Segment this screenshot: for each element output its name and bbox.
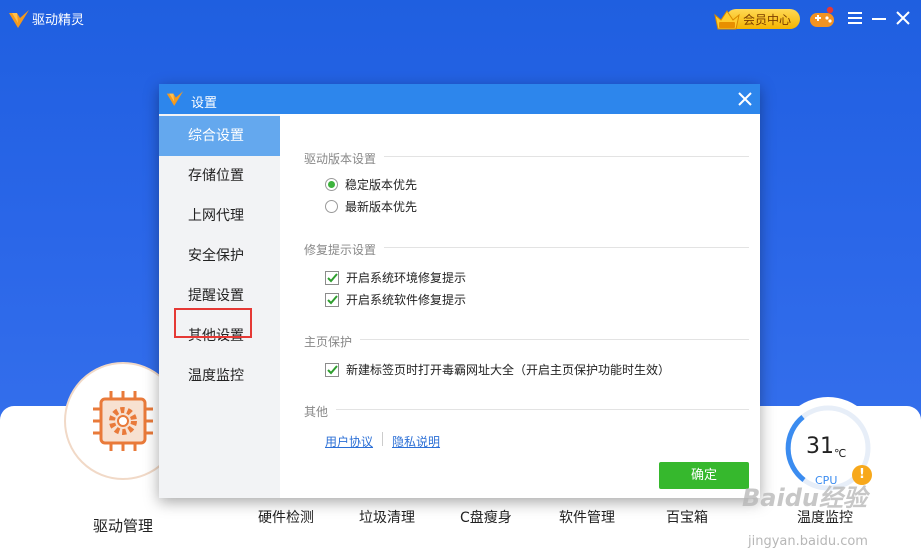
radio-latest-label: 最新版本优先 bbox=[345, 200, 418, 214]
settings-dialog: 设置 综合设置 存储位置 上网代理 安全保护 提醒设置 其他设置 温度监控 驱动… bbox=[159, 84, 760, 498]
radio-button[interactable] bbox=[325, 200, 338, 213]
temperature-value: 31 bbox=[806, 434, 834, 459]
radio-latest-version[interactable]: 最新版本优先 bbox=[325, 198, 417, 215]
dialog-close-icon[interactable] bbox=[737, 91, 753, 107]
watermark-url: jingyan.baidu.com bbox=[748, 534, 868, 549]
checkbox-checked-icon[interactable] bbox=[325, 270, 339, 285]
checkbox-newtab-navigation[interactable]: 新建标签页时打开毒霸网址大全（开启主页保护功能时生效） bbox=[325, 361, 670, 378]
watermark-logo: Baidu经验 bbox=[742, 484, 867, 512]
tool-toolbox[interactable]: 百宝箱 bbox=[666, 507, 708, 527]
dialog-logo-icon bbox=[166, 91, 184, 106]
section-title-repair: 修复提示设置 bbox=[304, 243, 377, 257]
checkbox-env-repair[interactable]: 开启系统环境修复提示 bbox=[325, 269, 466, 286]
vip-center-button[interactable]: 会员中心 bbox=[712, 7, 800, 31]
section-title-version: 驱动版本设置 bbox=[304, 152, 377, 166]
link-separator bbox=[382, 432, 383, 446]
nav-storage-location[interactable]: 存储位置 bbox=[159, 156, 280, 196]
divider bbox=[384, 247, 749, 248]
nav-temperature-monitor[interactable]: 温度监控 bbox=[159, 356, 280, 396]
vip-crown-icon bbox=[714, 10, 740, 30]
nav-proxy[interactable]: 上网代理 bbox=[159, 196, 280, 236]
checkbox-checked-icon[interactable] bbox=[325, 362, 339, 377]
driver-manage-label: 驱动管理 bbox=[92, 517, 153, 535]
privacy-policy-link[interactable]: 隐私说明 bbox=[392, 433, 440, 450]
chip-gear-icon bbox=[93, 391, 153, 451]
close-icon[interactable] bbox=[895, 10, 911, 26]
section-title-homepage: 主页保护 bbox=[304, 335, 353, 349]
radio-stable-label: 稳定版本优先 bbox=[345, 178, 418, 192]
checkbox-software-repair-label: 开启系统软件修复提示 bbox=[346, 293, 467, 307]
nav-security[interactable]: 安全保护 bbox=[159, 236, 280, 276]
user-agreement-link[interactable]: 用户协议 bbox=[325, 433, 373, 450]
checkbox-newtab-label: 新建标签页时打开毒霸网址大全（开启主页保护功能时生效） bbox=[346, 363, 671, 377]
menu-icon[interactable] bbox=[847, 10, 863, 26]
settings-nav: 综合设置 存储位置 上网代理 安全保护 提醒设置 其他设置 温度监控 bbox=[159, 114, 280, 498]
radio-stable-version[interactable]: 稳定版本优先 bbox=[325, 176, 417, 193]
checkbox-env-repair-label: 开启系统环境修复提示 bbox=[346, 271, 467, 285]
divider bbox=[384, 156, 749, 157]
vip-center-label: 会员中心 bbox=[742, 12, 791, 27]
tool-junk-clean[interactable]: 垃圾清理 bbox=[359, 507, 415, 527]
tool-software-manage[interactable]: 软件管理 bbox=[559, 507, 615, 527]
radio-button[interactable] bbox=[325, 178, 338, 191]
highlight-box bbox=[174, 308, 252, 338]
section-title-other: 其他 bbox=[304, 405, 329, 419]
nav-general-settings[interactable]: 综合设置 bbox=[159, 116, 280, 156]
gamepad-icon[interactable] bbox=[808, 6, 836, 30]
app-logo-icon bbox=[9, 10, 29, 28]
minimize-icon[interactable] bbox=[871, 10, 887, 26]
tool-c-drive-slim[interactable]: C盘瘦身 bbox=[460, 507, 512, 527]
dialog-title: 设置 bbox=[191, 96, 218, 111]
temperature-unit: ℃ bbox=[834, 447, 847, 460]
dialog-titlebar: 设置 bbox=[159, 84, 760, 114]
divider bbox=[360, 339, 749, 340]
app-title: 驱动精灵 bbox=[32, 13, 85, 28]
checkbox-checked-icon[interactable] bbox=[325, 292, 339, 307]
tool-hardware-check[interactable]: 硬件检测 bbox=[258, 507, 314, 527]
divider bbox=[336, 409, 749, 410]
ok-button[interactable]: 确定 bbox=[659, 462, 749, 489]
checkbox-software-repair[interactable]: 开启系统软件修复提示 bbox=[325, 291, 466, 308]
